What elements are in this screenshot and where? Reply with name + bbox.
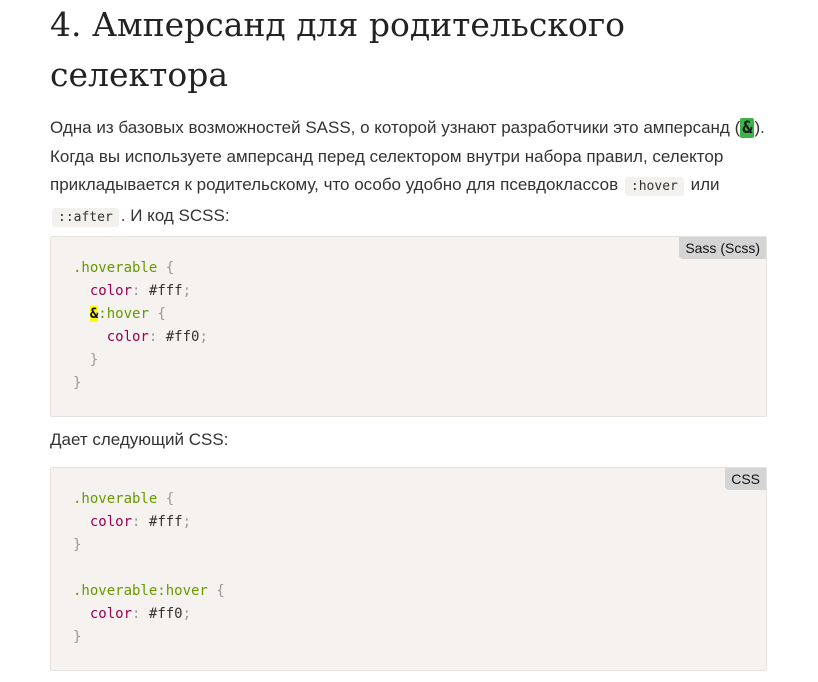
inline-code-hover: :hover <box>624 177 684 196</box>
article-content: 4. Амперсанд для родительского селектора… <box>50 0 767 232</box>
code-punct: ; <box>182 606 192 622</box>
inline-code-after: ::after <box>52 207 119 227</box>
code-punct: { <box>216 583 225 599</box>
section-heading: 4. Амперсанд для родительского селектора <box>50 5 625 94</box>
intro-text-4: . И код SCSS: <box>120 205 230 225</box>
css-code-block[interactable]: CSS .hoverable { color: #fff; } .hoverab… <box>50 467 767 671</box>
code-selector: :hover <box>98 306 149 322</box>
code-punct: { <box>165 491 175 507</box>
code-punct: } <box>89 352 99 368</box>
code-punct: { <box>157 306 166 322</box>
code-selector: .hoverable <box>73 491 158 507</box>
intro-text-1: Одна из базовых возможностей SASS, о кот… <box>50 118 741 137</box>
language-badge-scss: Sass (Scss) <box>679 237 766 259</box>
code-punct: } <box>73 375 82 391</box>
code-property: color <box>89 606 133 622</box>
code-selector: .hoverable <box>73 260 158 276</box>
css-caption: Дает следующий CSS: <box>50 430 229 449</box>
code-selector: .hoverable:hover <box>73 583 208 599</box>
code-property: color <box>89 514 133 530</box>
code-punct: : <box>132 283 141 299</box>
language-badge-css: CSS <box>725 468 766 490</box>
code-punct: ; <box>199 329 208 345</box>
code-value: #ff0 <box>165 329 200 345</box>
code-punct: : <box>132 514 141 530</box>
code-property: color <box>106 329 149 345</box>
code-punct: : <box>132 606 141 622</box>
code-value: #fff <box>148 283 183 299</box>
scss-code[interactable]: .hoverable { color: #fff; &:hover { colo… <box>73 257 208 395</box>
code-punct: ; <box>182 514 192 530</box>
code-punct: : <box>148 329 158 345</box>
css-code[interactable]: .hoverable { color: #fff; } .hoverable:h… <box>73 488 225 649</box>
code-punct: } <box>73 629 82 645</box>
intro-paragraph: Одна из базовых возможностей SASS, о кот… <box>50 114 767 232</box>
code-punct: ; <box>182 283 192 299</box>
page: { "heading": "4. Амперсанд для родительс… <box>0 0 818 682</box>
code-punct: { <box>165 260 175 276</box>
intro-text-3: или <box>685 175 720 194</box>
code-value: #fff <box>148 514 183 530</box>
code-property: color <box>89 283 133 299</box>
scss-code-block[interactable]: Sass (Scss) .hoverable { color: #fff; &:… <box>50 236 767 417</box>
inline-ampersand: & <box>740 118 755 138</box>
code-punct: } <box>73 537 82 553</box>
code-value: #ff0 <box>148 606 183 622</box>
